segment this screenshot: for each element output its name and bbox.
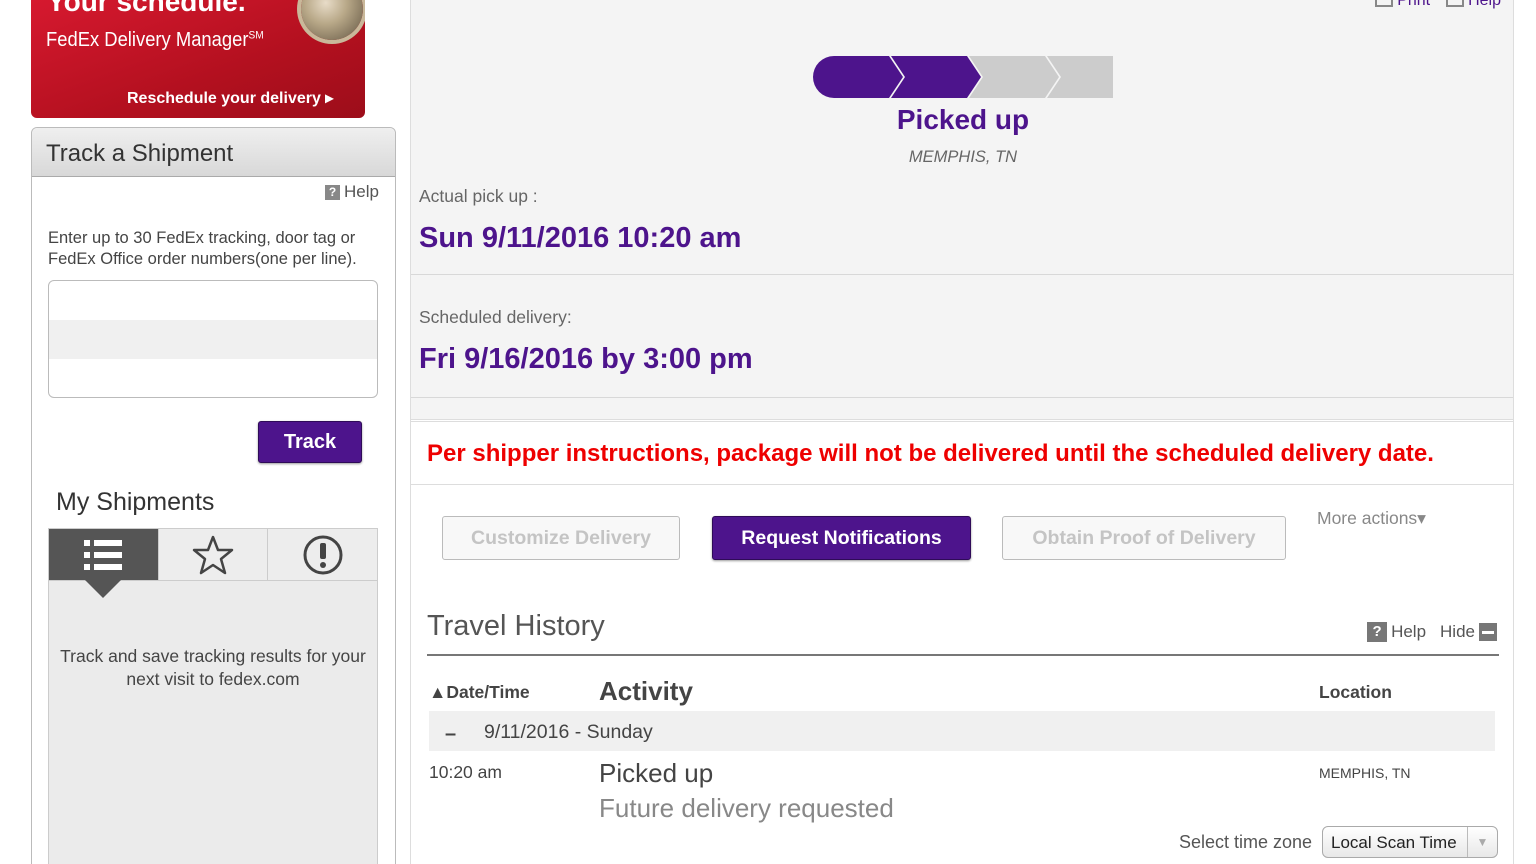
progress-step-3 [969,56,1059,98]
textarea-line-stripe [49,320,377,359]
tracking-detail-panel: Print Help Picked up MEMPHIS, TN Actual … [410,0,1514,864]
utility-links: Print Help [1375,0,1501,10]
printer-icon [1375,0,1394,7]
column-header-location: Location [1319,682,1392,702]
track-help-link[interactable]: ? Help [325,182,379,202]
list-icon [84,539,123,570]
my-shipments-tabbar [49,529,378,598]
tab-exceptions[interactable] [268,529,378,580]
timezone-value: Local Scan Time [1331,833,1457,852]
print-label: Print [1397,0,1431,9]
travel-history-rule [427,654,1499,656]
help-icon: ? [325,184,341,200]
history-day-label: 9/11/2016 - Sunday [484,721,653,743]
page: Your schedule. FedEx Delivery ManagerSM … [0,0,1536,864]
chevron-down-icon: ▼ [1467,827,1497,857]
proof-of-delivery-button[interactable]: Obtain Proof of Delivery [1002,516,1286,560]
status-label: Picked up [896,104,1030,135]
status-location: MEMPHIS, TN [908,148,1018,166]
my-shipments-empty-message: Track and save tracking results for your… [60,646,366,689]
tracking-numbers-textarea[interactable] [48,280,378,398]
column-header-activity: Activity [599,676,693,706]
travel-history-tools: ? Help Hide [1367,622,1497,642]
help-label: Help [1468,0,1501,9]
track-panel-title: Track a Shipment [32,128,395,177]
event-time: 10:20 am [429,762,502,782]
tab-watch-list[interactable] [158,529,269,580]
delivery-date: Fri 9/16/2016 by 3:00 pm [419,343,753,375]
pickup-label: Actual pick up : [419,186,538,206]
pickup-date: Sun 9/11/2016 10:20 am [419,222,742,254]
door-knob-image [301,0,363,40]
request-notifications-button[interactable]: Request Notifications [712,516,971,560]
help-icon[interactable]: ? [1367,622,1388,642]
track-help-label: Help [344,182,379,201]
collapse-day-toggle[interactable]: – [445,723,456,746]
timezone-label: Select time zone [1179,832,1313,852]
my-shipments-box: Track and save tracking results for your… [48,528,378,864]
delivery-label: Scheduled delivery: [419,307,572,327]
track-shipment-panel: Track a Shipment ? Help Enter up to 30 F… [31,127,396,864]
summary-divider [411,274,1513,275]
travel-history-title: Travel History [427,610,605,642]
column-header-datetime[interactable]: ▲Date/Time [429,682,530,703]
delivery-manager-promo-banner[interactable]: Your schedule. FedEx Delivery ManagerSM … [31,0,365,118]
tab-shipment-list[interactable] [49,529,159,598]
travel-history-help-link[interactable]: Help [1391,622,1426,642]
shipper-instruction-notice: Per shipper instructions, package will n… [411,421,1513,485]
progress-step-1 [813,56,903,98]
print-link[interactable]: Print [1375,0,1430,10]
exclamation-circle-icon [303,535,343,574]
promo-title: Your schedule. [47,0,246,17]
event-activity: Picked up [599,758,714,788]
status-summary: Print Help Picked up MEMPHIS, TN Actual … [411,0,1513,420]
history-day-row[interactable]: – 9/11/2016 - Sunday [429,711,1495,751]
star-icon [192,535,234,574]
track-button[interactable]: Track [258,421,362,463]
help-icon [1446,0,1465,7]
progress-step-2 [891,56,981,98]
travel-history-hide-link[interactable]: Hide [1440,622,1475,642]
warning-text: Per shipper instructions, package will n… [427,440,1434,467]
collapse-icon[interactable] [1479,623,1497,641]
my-shipments-title: My Shipments [56,488,215,516]
summary-divider-2 [411,397,1513,398]
timezone-select[interactable]: Local Scan Time ▼ [1322,826,1498,858]
help-link[interactable]: Help [1446,0,1501,10]
more-actions-dropdown[interactable]: More actions▾ [1317,508,1426,529]
customize-delivery-button[interactable]: Customize Delivery [442,516,680,560]
event-location: MEMPHIS, TN [1319,765,1411,781]
promo-service-mark: SM [248,29,264,42]
track-instructions: Enter up to 30 FedEx tracking, door tag … [48,229,357,268]
reschedule-delivery-link[interactable]: Reschedule your delivery ▸ [127,88,333,108]
event-detail: Future delivery requested [599,793,894,823]
shipment-progress-bar [813,56,1113,98]
promo-product-name: FedEx Delivery Manager [46,29,249,51]
promo-product: FedEx Delivery ManagerSM [46,29,264,52]
